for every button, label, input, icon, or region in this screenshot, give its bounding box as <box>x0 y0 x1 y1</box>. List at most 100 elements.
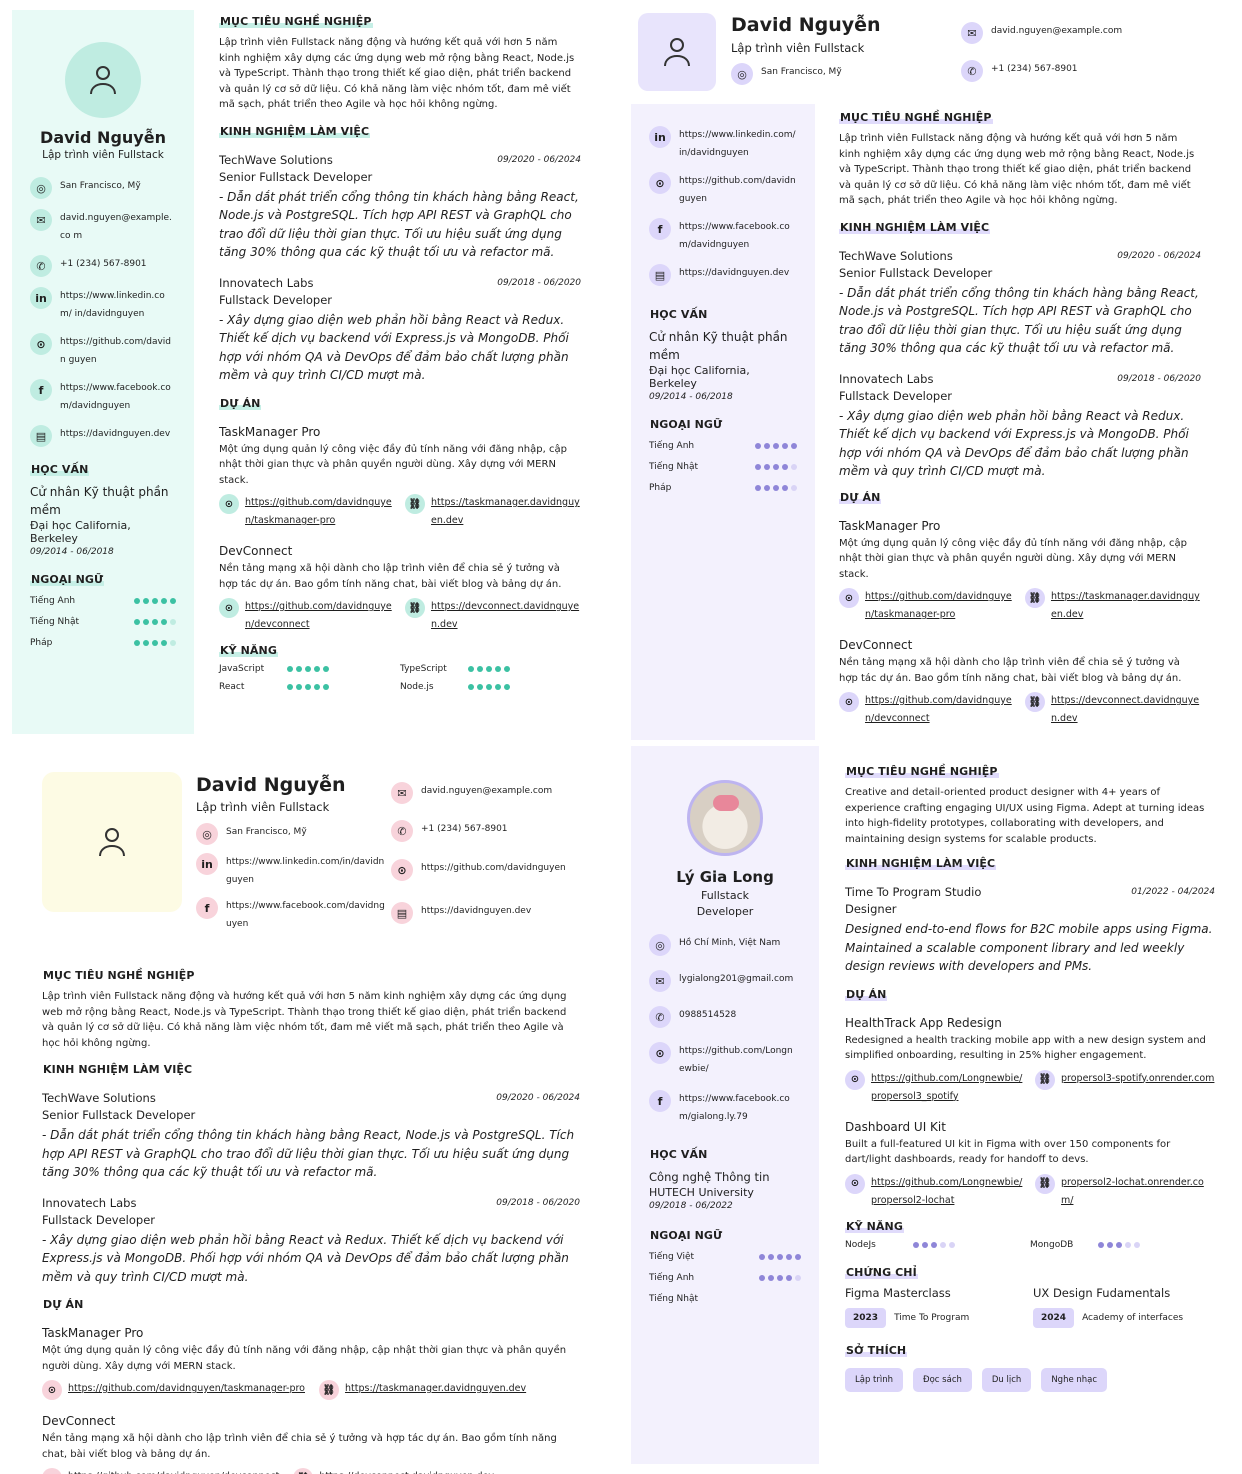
contact-email[interactable]: ✉ david.nguyen@example.com <box>391 782 552 804</box>
contact-github[interactable]: ⊙ https://github.com/davidn guyen <box>649 172 797 208</box>
contact-linkedin[interactable]: in https://www.linkedin.com/ in/davidnguy… <box>30 287 176 323</box>
project-repo-url[interactable]: https://github.com/Longnewbie/propersol3… <box>871 1070 1025 1106</box>
contact-facebook[interactable]: f https://www.facebook.co m/gialong.ly.79 <box>649 1090 801 1126</box>
project-repo-link[interactable]: ⊙ https://github.com/davidnguyen/devconne… <box>42 1468 279 1474</box>
project-repo-url[interactable]: https://github.com/davidnguyen/devconnec… <box>245 598 395 634</box>
rating-dot <box>323 666 329 672</box>
project-site-link[interactable]: ⛓ https://taskmanager.davidnguyen.dev <box>319 1380 526 1400</box>
rating-dot <box>134 598 140 604</box>
project-repo-url[interactable]: https://github.com/davidnguyen/devconnec… <box>68 1468 279 1474</box>
rating-dots <box>134 640 176 646</box>
project-repo-url[interactable]: https://github.com/Longnewbie/propersol2… <box>871 1174 1025 1210</box>
project-item: TaskManager Pro Một ứng dụng quản lý công… <box>839 519 1201 625</box>
main: MỤC TIÊU NGHỀ NGHIỆP Lập trình viên Full… <box>839 106 1201 728</box>
project-site-url[interactable]: https://devconnect.davidnguyen.dev <box>431 598 581 634</box>
project-site-url[interactable]: https://taskmanager.davidnguyen.dev <box>431 494 581 530</box>
rating-dot <box>791 443 797 449</box>
language-name: Tiếng Nhật <box>30 617 80 627</box>
project-repo-link[interactable]: ⊙ https://github.com/davidnguyen/devconne… <box>839 692 1015 728</box>
job-date: 09/2018 - 06/2020 <box>496 1197 580 1208</box>
cert-name: UX Design Fudamentals <box>1033 1285 1171 1300</box>
project-site-url[interactable]: propersol2-lochat.onrender.com/ <box>1061 1174 1215 1210</box>
language-name: Tiếng Nhật <box>649 1294 699 1304</box>
language-row: Tiếng Nhật <box>30 617 176 627</box>
project-site-link[interactable]: ⛓ propersol3-spotify.onrender.com <box>1035 1069 1215 1106</box>
contact-website[interactable]: ▤ https://davidnguyen.dev <box>30 425 176 447</box>
project-repo-link[interactable]: ⊙ https://github.com/davidnguyen/taskmana… <box>219 494 395 530</box>
contact-linkedin[interactable]: in https://www.linkedin.com/in/davidnguye… <box>196 853 386 889</box>
language-row: Tiếng Anh <box>649 441 797 451</box>
rating-dot <box>495 666 501 672</box>
contact-email[interactable]: ✉ david.nguyen@example.com <box>961 22 1122 44</box>
language-name: Tiếng Nhật <box>649 462 699 472</box>
website-icon: ▤ <box>649 264 671 286</box>
github-icon: ⊙ <box>391 859 413 881</box>
project-site-url[interactable]: https://devconnect.davidnguyen.dev <box>1051 692 1201 728</box>
rating-dot <box>1125 1241 1131 1248</box>
project-repo-url[interactable]: https://github.com/davidnguyen/taskmanag… <box>245 494 395 530</box>
project-repo-link[interactable]: ⊙ https://github.com/Longnewbie/propersol… <box>845 1173 1025 1210</box>
job-desc: - Dẫn dắt phát triển cổng thông tin khác… <box>839 285 1199 356</box>
contact-github[interactable]: ⊙ https://github.com/davidnguyen <box>391 859 566 881</box>
contact-phone: ✆ +1 (234) 567-8901 <box>391 820 508 842</box>
skill-name: React <box>219 682 245 692</box>
project-name: DevConnect <box>42 1414 116 1428</box>
projects-heading: DỰ ÁN <box>219 396 262 410</box>
project-repo-link[interactable]: ⊙ https://github.com/davidnguyen/taskmana… <box>839 588 1015 624</box>
project-item: TaskManager Pro Một ứng dụng quản lý công… <box>219 425 581 531</box>
project-name: TaskManager Pro <box>839 518 941 533</box>
rating-dot <box>940 1241 946 1248</box>
education-heading: HỌC VẤN <box>650 1148 708 1161</box>
website-icon: ▤ <box>391 902 413 924</box>
contact-facebook[interactable]: f https://www.facebook.com/davidnguyen <box>196 897 386 933</box>
project-site-url[interactable]: propersol3-spotify.onrender.com <box>1061 1070 1214 1088</box>
rating-dot <box>143 619 149 625</box>
project-repo-link[interactable]: ⊙ https://github.com/davidnguyen/devconne… <box>219 598 395 634</box>
rating-dot <box>305 684 311 690</box>
contact-email[interactable]: ✉ lygialong201@gmail.com <box>649 970 801 992</box>
project-site-link[interactable]: ⛓ https://devconnect.davidnguyen.dev <box>1025 692 1201 728</box>
facebook-icon: f <box>649 1090 671 1112</box>
rating-dot <box>468 684 474 690</box>
rating-dot <box>287 666 293 672</box>
rating-dot <box>755 485 761 491</box>
project-site-link[interactable]: ⛓ propersol2-lochat.onrender.com/ <box>1035 1173 1215 1210</box>
mail-icon: ✉ <box>649 970 671 992</box>
project-repo-url[interactable]: https://github.com/davidnguyen/taskmanag… <box>865 588 1015 624</box>
project-repo-link[interactable]: ⊙ https://github.com/Longnewbie/propersol… <box>845 1069 1025 1106</box>
project-site-url[interactable]: https://taskmanager.davidnguyen.dev <box>1051 588 1201 624</box>
project-site-link[interactable]: ⛓ https://devconnect.davidnguyen.dev <box>405 598 581 634</box>
project-site-url[interactable]: https://taskmanager.davidnguyen.dev <box>345 1380 526 1398</box>
rating-dots <box>468 684 510 690</box>
rating-dot <box>795 1275 801 1281</box>
rating-dot <box>152 640 158 646</box>
contact-facebook[interactable]: f https://www.facebook.co m/davidnguyen <box>30 379 176 415</box>
contact-github[interactable]: ⊙ https://github.com/davidn guyen <box>30 333 176 369</box>
cv-teal: David Nguyễn Lập trình viên Fullstack ◎ S… <box>0 0 621 740</box>
github-icon: ⊙ <box>845 1173 865 1194</box>
contact-website[interactable]: ▤ https://davidnguyen.dev <box>649 264 797 286</box>
github-icon: ⊙ <box>649 1042 671 1064</box>
project-repo-url[interactable]: https://github.com/davidnguyen/taskmanag… <box>68 1380 305 1398</box>
project-repo-link[interactable]: ⊙ https://github.com/davidnguyen/taskmana… <box>42 1380 305 1400</box>
github-icon: ⊙ <box>42 1468 62 1474</box>
project-site-link[interactable]: ⛓ https://taskmanager.davidnguyen.dev <box>1025 588 1201 624</box>
rating-dots <box>759 1275 801 1281</box>
contact-linkedin[interactable]: in https://www.linkedin.com/ in/davidnguy… <box>649 126 797 162</box>
person-title: Lập trình viên Fullstack <box>196 800 330 814</box>
project-site-link[interactable]: ⛓ https://devconnect.davidnguyen.dev <box>293 1468 494 1474</box>
project-repo-url[interactable]: https://github.com/davidnguyen/devconnec… <box>865 692 1015 728</box>
rating-dots <box>755 443 797 449</box>
rating-dots <box>134 619 176 625</box>
project-site-url[interactable]: https://devconnect.davidnguyen.dev <box>319 1468 494 1474</box>
contact-website[interactable]: ▤ https://davidnguyen.dev <box>391 902 531 924</box>
contact-email[interactable]: ✉ david.nguyen@example.co m <box>30 209 176 245</box>
project-name: TaskManager Pro <box>219 424 321 439</box>
contact-facebook[interactable]: f https://www.facebook.co m/davidnguyen <box>649 218 797 254</box>
project-site-link[interactable]: ⛓ https://taskmanager.davidnguyen.dev <box>405 494 581 530</box>
contact-github[interactable]: ⊙ https://github.com/Longn ewbie/ <box>649 1042 801 1078</box>
rating-dot <box>504 666 510 672</box>
edu-degree: Công nghệ Thông tin <box>649 1170 770 1184</box>
skill-grid: JavaScript TypeScript React Node.js <box>219 664 581 692</box>
rating-dot <box>1134 1241 1140 1248</box>
